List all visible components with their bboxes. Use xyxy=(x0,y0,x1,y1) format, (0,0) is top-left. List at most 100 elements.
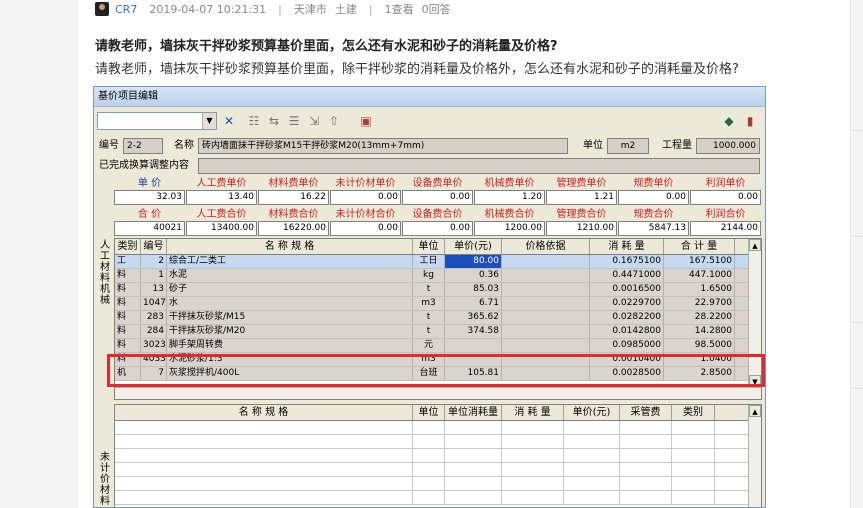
cell-price[interactable]: 365.62 xyxy=(445,311,502,324)
cell-price[interactable]: 6.71 xyxy=(445,297,502,310)
lower-vertical-scrollbar[interactable]: ▲ xyxy=(748,405,761,507)
delete-row-icon[interactable]: ✕ xyxy=(221,113,237,129)
filter-select[interactable]: ▼ xyxy=(97,112,217,130)
cell-price[interactable]: 85.03 xyxy=(445,283,502,296)
divider: | xyxy=(278,2,282,16)
col-consumption[interactable]: 消 耗 量 xyxy=(590,239,664,254)
col-unit-consumption[interactable]: 单位消耗量 xyxy=(445,405,502,420)
cell-code: 2 xyxy=(141,255,167,268)
embedded-screenshot: 基价项目编辑 ▼ ✕ ☷ ⇆ ☰ ⇲ ⇧ ▣ ◆ ▮ 编号 2-2 名称 砖内墙… xyxy=(93,86,766,508)
cell-type: 料 xyxy=(115,283,141,296)
profit-unit-label: 利润单价 xyxy=(705,178,746,189)
labor-total-cell: 人工费合价 13400.00 xyxy=(186,208,257,236)
col-unit[interactable]: 单位 xyxy=(413,239,445,254)
equipment-unit-value[interactable]: 0.00 xyxy=(402,190,473,205)
avatar[interactable] xyxy=(95,2,109,16)
table-row[interactable]: 料 13 砂子 t 85.03 0.0016500 1.6500 xyxy=(115,283,761,297)
table-row[interactable]: 料 284 干拌抹灰砂浆/M20 t 374.58 0.0142800 14.2800 xyxy=(115,325,761,339)
cell-price[interactable] xyxy=(445,339,502,352)
profit-total-value[interactable]: 2144.00 xyxy=(690,221,761,236)
col-consumption[interactable]: 消 耗 量 xyxy=(502,405,564,420)
unit-price-value[interactable]: 32.03 xyxy=(114,190,185,205)
scroll-up-icon[interactable]: ▲ xyxy=(749,405,761,417)
scroll-up-icon[interactable]: ▲ xyxy=(749,239,761,251)
material-unit-value[interactable]: 16.22 xyxy=(258,190,329,205)
unit-field[interactable]: m2 xyxy=(607,138,649,154)
fee-total-value[interactable]: 5847.13 xyxy=(618,221,689,236)
adjust-field[interactable] xyxy=(198,158,760,174)
col-unit[interactable]: 单位 xyxy=(413,405,445,420)
lower-grid-header: 名 称 规 格 单位 单位消耗量 消 耗 量 单价(元) 采管费 类别 xyxy=(115,405,761,421)
labor-total-value[interactable]: 13400.00 xyxy=(186,221,257,236)
book-icon[interactable]: ◆ xyxy=(721,113,737,129)
labor-unit-value[interactable]: 13.40 xyxy=(186,190,257,205)
empty-row[interactable] xyxy=(115,477,761,491)
empty-row[interactable] xyxy=(115,463,761,477)
cell-type: 料 xyxy=(115,269,141,282)
author-name[interactable]: CR7 xyxy=(115,3,137,16)
material-total-value[interactable]: 16220.00 xyxy=(258,221,329,236)
table-row[interactable]: 料 1047 水 m3 6.71 0.0229700 22.9700 xyxy=(115,297,761,311)
cell-basis xyxy=(502,325,590,338)
col-management-fee[interactable]: 采管费 xyxy=(620,405,672,420)
calculate-icon[interactable]: ▣ xyxy=(358,113,374,129)
empty-row[interactable] xyxy=(115,435,761,449)
quantity-field[interactable]: 1000.000 xyxy=(696,138,760,154)
replace-icon[interactable]: ☰ xyxy=(286,113,302,129)
answer-count: 0回答 xyxy=(421,3,451,16)
col-name[interactable]: 名 称 规 格 xyxy=(115,405,413,420)
col-type[interactable]: 类别 xyxy=(672,405,715,420)
col-price[interactable]: 单价(元) xyxy=(564,405,620,420)
chevron-down-icon[interactable]: ▼ xyxy=(202,113,216,129)
management-total-label: 管理费合价 xyxy=(556,209,607,220)
col-type[interactable]: 类别 xyxy=(115,239,141,254)
empty-row[interactable] xyxy=(115,449,761,463)
cell-code: 283 xyxy=(141,311,167,324)
name-field[interactable]: 砖内墙面抹干拌砂浆M15干拌砂浆M20(13mm+7mm) xyxy=(198,138,568,154)
profit-unit-value[interactable]: 0.00 xyxy=(690,190,761,205)
header-fields: 编号 2-2 名称 砖内墙面抹干拌砂浆M15干拌砂浆M20(13mm+7mm) … xyxy=(94,137,765,155)
machine-total-value[interactable]: 1200.00 xyxy=(474,221,545,236)
table-row[interactable]: 料 1 水泥 kg 0.36 0.4471000 447.1000 xyxy=(115,269,761,283)
cell-price[interactable]: 80.00 xyxy=(445,255,502,268)
machine-total-cell: 机械费合价 1200.00 xyxy=(474,208,545,236)
table-row[interactable]: 料 283 干拌抹灰砂浆/M15 t 365.62 0.0282200 28.2200 xyxy=(115,311,761,325)
table-row[interactable]: 料 3023 脚手架周转费元 0.0985000 98.5000 xyxy=(115,339,761,353)
cell-price[interactable]: 0.36 xyxy=(445,269,502,282)
cell-consumption: 0.0142800 xyxy=(590,325,664,338)
cell-basis xyxy=(502,283,590,296)
col-name[interactable]: 名 称 规 格 xyxy=(167,239,413,254)
code-field[interactable]: 2-2 xyxy=(123,138,163,154)
insert-icon[interactable]: ☷ xyxy=(246,113,262,129)
empty-row[interactable] xyxy=(115,421,761,435)
total-price-value[interactable]: 40021 xyxy=(114,221,185,236)
move-icon[interactable]: ⇆ xyxy=(266,113,282,129)
up-icon[interactable]: ⇧ xyxy=(326,113,342,129)
machine-unit-value[interactable]: 1.20 xyxy=(474,190,545,205)
management-total-value[interactable]: 1210.00 xyxy=(546,221,617,236)
profit-total-cell: 利润合价 2144.00 xyxy=(690,208,761,236)
post-location[interactable]: 天津市 xyxy=(294,1,327,17)
fee-unit-value[interactable]: 0.00 xyxy=(618,190,689,205)
grid-horizontal-scrollbar[interactable] xyxy=(115,387,761,399)
adjust-label: 已完成换算调整内容 xyxy=(99,160,189,171)
post-category[interactable]: 土建 xyxy=(335,1,357,17)
col-code[interactable]: 编号 xyxy=(141,239,167,254)
unpriced-unit-value[interactable]: 0.00 xyxy=(330,190,401,205)
sort-icon[interactable]: ⇲ xyxy=(306,113,322,129)
table-row[interactable]: 工 2 综合工/二类工 工日 80.00 0.1675100 167.5100 xyxy=(115,255,761,269)
cell-unit: m3 xyxy=(413,297,445,310)
exit-icon[interactable]: ▮ xyxy=(742,113,758,129)
empty-row[interactable] xyxy=(115,491,761,505)
col-basis[interactable]: 价格依据 xyxy=(502,239,590,254)
equipment-total-value[interactable]: 0.00 xyxy=(402,221,473,236)
col-price[interactable]: 单价(元) xyxy=(445,239,502,254)
col-total[interactable]: 合 计 量 xyxy=(664,239,735,254)
cell-code: 1047 xyxy=(143,297,167,310)
management-unit-value[interactable]: 1.21 xyxy=(546,190,617,205)
fee-total-label: 规费合价 xyxy=(633,209,674,220)
cell-total: 22.9700 xyxy=(664,297,735,310)
cell-price[interactable]: 374.58 xyxy=(445,325,502,338)
unpriced-total-value[interactable]: 0.00 xyxy=(330,221,401,236)
side-label-resources: 人工材料机械 xyxy=(100,240,110,306)
